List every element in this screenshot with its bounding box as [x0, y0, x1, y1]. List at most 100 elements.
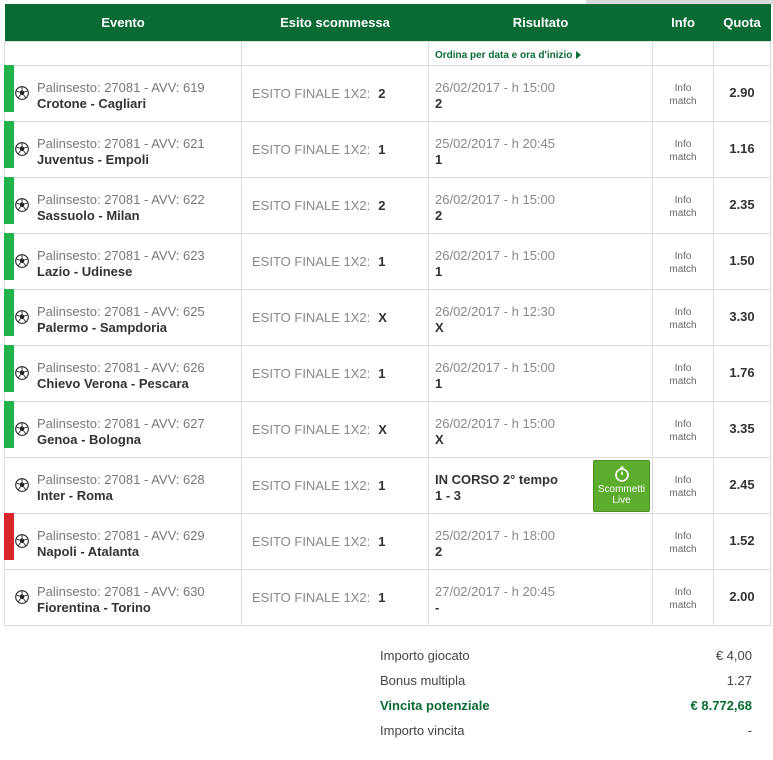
match-datetime: 26/02/2017 - h 15:00 [435, 247, 555, 263]
info-cell: Info match [653, 66, 713, 108]
event-cell: Palinsesto: 27081 - AVV: 625 Palermo - S… [4, 288, 241, 336]
palinsesto-text: Palinsesto: 27081 - AVV: 623 [37, 247, 205, 263]
soccer-ball-icon [15, 589, 29, 604]
status-bar [4, 400, 14, 448]
scommetti-live-label: Scommetti Live [597, 483, 646, 506]
esito-cell: ESITO FINALE 1X2: 1 [242, 458, 428, 493]
match-result: 2 [435, 95, 443, 111]
table-row: Palinsesto: 27081 - AVV: 622 Sassuolo - … [4, 176, 771, 234]
quota-value: 2.35 [729, 196, 755, 212]
status-bar [4, 120, 14, 168]
esito-label: ESITO FINALE 1X2: [252, 421, 371, 437]
info-match-link[interactable]: Info match [667, 362, 699, 388]
soccer-ball-icon [15, 421, 29, 436]
table-row: Palinsesto: 27081 - AVV: 626 Chievo Vero… [4, 344, 771, 402]
status-bar [4, 176, 14, 224]
info-match-link[interactable]: Info match [667, 418, 699, 444]
esito-cell: ESITO FINALE 1X2: 2 [242, 66, 428, 101]
triangle-right-icon [576, 50, 582, 59]
table-row: Palinsesto: 27081 - AVV: 628 Inter - Rom… [4, 456, 771, 514]
esito-cell: ESITO FINALE 1X2: X [242, 290, 428, 325]
summary-bonus-multipla: Bonus multipla 1.27 [380, 673, 752, 688]
palinsesto-text: Palinsesto: 27081 - AVV: 622 [37, 191, 205, 207]
palinsesto-text: Palinsesto: 27081 - AVV: 629 [37, 527, 205, 543]
quota-value: 1.50 [729, 252, 755, 268]
match-datetime: 25/02/2017 - h 18:00 [435, 527, 555, 543]
table-row: Palinsesto: 27081 - AVV: 621 Juventus - … [4, 120, 771, 178]
palinsesto-text: Palinsesto: 27081 - AVV: 627 [37, 415, 205, 431]
soccer-ball-icon [15, 197, 29, 212]
palinsesto-text: Palinsesto: 27081 - AVV: 630 [37, 583, 205, 599]
esito-label: ESITO FINALE 1X2: [252, 477, 371, 493]
match-result: 2 [435, 543, 443, 559]
header-risultato: Risultato [428, 4, 653, 41]
match-name: Juventus - Empoli [37, 151, 149, 167]
info-match-link[interactable]: Info match [667, 530, 699, 556]
match-datetime: 26/02/2017 - h 15:00 [435, 415, 555, 431]
info-match-link[interactable]: Info match [667, 306, 699, 332]
esito-cell: ESITO FINALE 1X2: 1 [242, 234, 428, 269]
header-esito: Esito scommessa [241, 4, 429, 41]
info-match-link[interactable]: Info match [667, 250, 699, 276]
esito-cell: ESITO FINALE 1X2: 2 [242, 178, 428, 213]
match-result: 2 [435, 207, 443, 223]
sort-by-date-link[interactable]: Ordina per data e ora d'inizio [429, 50, 582, 61]
palinsesto-text: Palinsesto: 27081 - AVV: 621 [37, 135, 205, 151]
status-bar [4, 288, 14, 336]
risultato-cell: 26/02/2017 - h 15:00 X [429, 402, 652, 447]
summary-vincita-potenziale: Vincita potenziale € 8.772,68 [380, 698, 752, 713]
quota-value: 1.16 [729, 140, 755, 156]
quota-value: 1.76 [729, 364, 755, 380]
quota-value: 2.90 [729, 84, 755, 100]
info-cell: Info match [653, 402, 713, 444]
risultato-cell: 27/02/2017 - h 20:45 - [429, 570, 652, 615]
risultato-cell: 26/02/2017 - h 12:30 X [429, 290, 652, 335]
summary-importo-vincita: Importo vincita - [380, 723, 752, 738]
info-match-link[interactable]: Info match [667, 138, 699, 164]
risultato-cell: 26/02/2017 - h 15:00 1 [429, 234, 652, 279]
match-name: Crotone - Cagliari [37, 95, 147, 111]
info-match-link[interactable]: Info match [667, 82, 699, 108]
risultato-cell: 25/02/2017 - h 20:45 1 [429, 122, 652, 167]
match-datetime: 25/02/2017 - h 20:45 [435, 135, 555, 151]
info-cell: Info match [653, 570, 713, 612]
esito-label: ESITO FINALE 1X2: [252, 533, 371, 549]
esito-label: ESITO FINALE 1X2: [252, 141, 371, 157]
palinsesto-text: Palinsesto: 27081 - AVV: 626 [37, 359, 205, 375]
soccer-ball-icon [15, 141, 29, 156]
esito-cell: ESITO FINALE 1X2: 1 [242, 122, 428, 157]
risultato-cell: IN CORSO 2° tempo 1 - 3 Scommetti Live [429, 458, 652, 512]
palinsesto-text: Palinsesto: 27081 - AVV: 625 [37, 303, 205, 319]
quota-value: 3.35 [729, 420, 755, 436]
match-datetime: 26/02/2017 - h 15:00 [435, 79, 555, 95]
info-cell: Info match [653, 234, 713, 276]
info-match-link[interactable]: Info match [667, 194, 699, 220]
bets-table: Evento Esito scommessa Risultato Info Qu… [4, 4, 771, 626]
soccer-ball-icon [15, 309, 29, 324]
esito-label: ESITO FINALE 1X2: [252, 309, 371, 325]
match-name: Napoli - Atalanta [37, 543, 140, 559]
event-cell: Palinsesto: 27081 - AVV: 626 Chievo Vero… [4, 344, 241, 392]
esito-cell: ESITO FINALE 1X2: 1 [242, 514, 428, 549]
status-bar [4, 232, 14, 280]
event-cell: Palinsesto: 27081 - AVV: 627 Genoa - Bol… [4, 400, 241, 448]
esito-pick: 2 [378, 85, 386, 101]
event-cell: Palinsesto: 27081 - AVV: 629 Napoli - At… [4, 512, 241, 560]
soccer-ball-icon [15, 85, 29, 100]
status-bar [4, 64, 14, 112]
table-row: Palinsesto: 27081 - AVV: 625 Palermo - S… [4, 288, 771, 346]
table-row: Palinsesto: 27081 - AVV: 619 Crotone - C… [4, 64, 771, 122]
scommetti-live-button[interactable]: Scommetti Live [593, 459, 650, 512]
esito-cell: ESITO FINALE 1X2: X [242, 402, 428, 437]
match-result: X [435, 431, 444, 447]
esito-pick: 1 [378, 477, 386, 493]
match-result: 1 [435, 375, 443, 391]
info-match-link[interactable]: Info match [667, 474, 699, 500]
esito-pick: 1 [378, 141, 386, 157]
soccer-ball-icon [15, 533, 29, 548]
quota-value: 1.52 [729, 532, 755, 548]
match-name: Fiorentina - Torino [37, 599, 151, 615]
soccer-ball-icon [15, 253, 29, 268]
info-match-link[interactable]: Info match [667, 586, 699, 612]
esito-pick: 1 [378, 253, 386, 269]
